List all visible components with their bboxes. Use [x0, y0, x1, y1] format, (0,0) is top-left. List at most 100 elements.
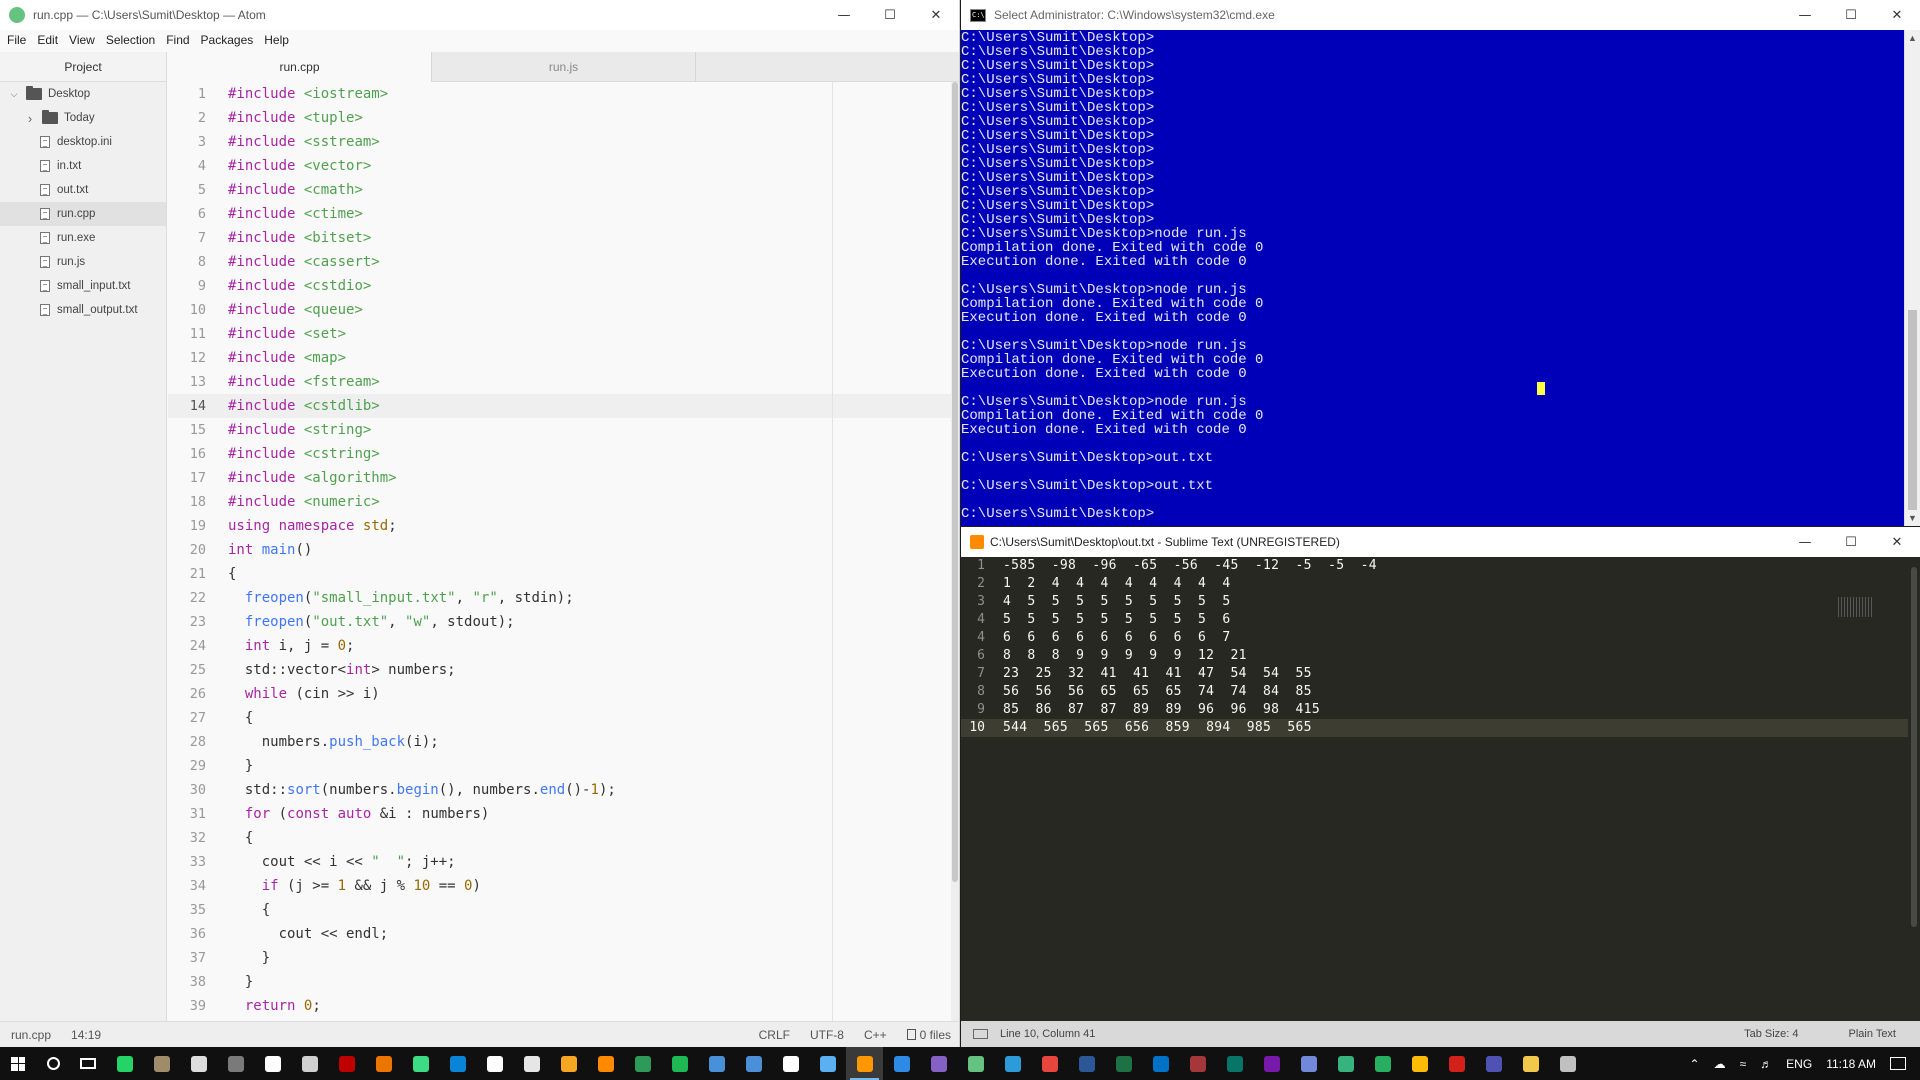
tree-file[interactable]: run.cpp [0, 202, 166, 226]
taskbar-app-button[interactable] [1179, 1047, 1216, 1080]
taskbar-app-button[interactable] [994, 1047, 1031, 1080]
code-line[interactable]: 32 { [168, 826, 951, 850]
text-line[interactable]: 2 1 2 4 4 4 4 4 4 4 4 [961, 575, 1908, 593]
taskbar-app-button[interactable] [1290, 1047, 1327, 1080]
text-line[interactable]: 4 6 6 6 6 6 6 6 6 6 7 [961, 629, 1908, 647]
tray-chevron-icon[interactable]: ⌃ [1690, 1057, 1700, 1071]
code-line[interactable]: 8 #include <cassert> [168, 250, 951, 274]
taskbar-app-button[interactable] [217, 1047, 254, 1080]
text-line[interactable]: 3 4 5 5 5 5 5 5 5 5 5 [961, 593, 1908, 611]
taskbar-app-button[interactable] [1364, 1047, 1401, 1080]
tree-file[interactable]: out.txt [0, 178, 166, 202]
close-button[interactable]: ✕ [1874, 0, 1920, 30]
code-line[interactable]: 14 #include <cstdlib> [168, 394, 951, 418]
taskbar-app-button[interactable] [1031, 1047, 1068, 1080]
atom-scrollbar[interactable] [951, 82, 959, 1021]
taskbar-app-button[interactable] [1142, 1047, 1179, 1080]
taskbar-app-button[interactable] [920, 1047, 957, 1080]
code-line[interactable]: 26 while (cin >> i) [168, 682, 951, 706]
taskbar-app-button[interactable] [476, 1047, 513, 1080]
sublime-text-area[interactable]: 1 -585 -98 -96 -65 -56 -45 -12 -5 -5 -4 2 1… [961, 557, 1908, 1021]
task-view-button[interactable] [70, 1047, 106, 1080]
code-line[interactable]: 17 #include <algorithm> [168, 466, 951, 490]
code-line[interactable]: 15 #include <string> [168, 418, 951, 442]
code-line[interactable]: 33 cout << i << " "; j++; [168, 850, 951, 874]
scrollbar-thumb[interactable] [1911, 567, 1917, 927]
menu-view[interactable]: View [69, 30, 95, 50]
maximize-button[interactable]: ☐ [867, 0, 913, 30]
taskbar-app-button[interactable] [1068, 1047, 1105, 1080]
code-line[interactable]: 7 #include <bitset> [168, 226, 951, 250]
menu-help[interactable]: Help [264, 30, 289, 50]
code-line[interactable]: 11 #include <set> [168, 322, 951, 346]
chevron-right-icon[interactable]: › [24, 111, 36, 126]
code-line[interactable]: 34 if (j >= 1 && j % 10 == 0) [168, 874, 951, 898]
menu-edit[interactable]: Edit [37, 30, 58, 50]
chevron-down-icon[interactable]: ⌵ [8, 89, 20, 100]
status-tab-size[interactable]: Tab Size: 4 [1744, 1028, 1798, 1040]
text-line[interactable]: 9 85 86 87 87 89 89 96 96 98 415 [961, 701, 1908, 719]
cmd-console[interactable]: C:\Users\Sumit\Desktop> C:\Users\Sumit\De… [961, 30, 1904, 526]
minimize-button[interactable]: — [1782, 0, 1828, 30]
menu-find[interactable]: Find [166, 30, 189, 50]
code-line[interactable]: 6 #include <ctime> [168, 202, 951, 226]
code-line[interactable]: 18 #include <numeric> [168, 490, 951, 514]
code-line[interactable]: 24 int i, j = 0; [168, 634, 951, 658]
sublime-titlebar[interactable]: C:\Users\Sumit\Desktop\out.txt - Sublime… [961, 527, 1920, 557]
taskbar-app-button[interactable] [883, 1047, 920, 1080]
scrollbar-thumb[interactable] [1908, 310, 1917, 510]
taskbar-app-button[interactable] [624, 1047, 661, 1080]
atom-code-editor[interactable]: 1 #include <iostream> 2 #include <tuple> 3 #i… [168, 82, 951, 1021]
clock[interactable]: 11:18 AM [1826, 1057, 1876, 1071]
text-line[interactable]: 8 56 56 56 65 65 65 74 74 84 85 [961, 683, 1908, 701]
code-line[interactable]: 30 std::sort(numbers.begin(), numbers.en… [168, 778, 951, 802]
minimize-button[interactable]: — [821, 0, 867, 30]
menu-file[interactable]: File [7, 30, 26, 50]
code-line[interactable]: 13 #include <fstream> [168, 370, 951, 394]
status-git[interactable]: 0 files [906, 1028, 951, 1042]
panel-toggle-icon[interactable] [973, 1029, 988, 1039]
tab-run-cpp[interactable]: run.cpp [168, 52, 432, 82]
code-line[interactable]: 19 using namespace std; [168, 514, 951, 538]
menu-packages[interactable]: Packages [201, 30, 254, 50]
taskbar-app-button[interactable] [1216, 1047, 1253, 1080]
scroll-up-arrow-icon[interactable]: ▲ [1905, 30, 1920, 46]
scroll-down-arrow-icon[interactable]: ▼ [1905, 510, 1920, 526]
taskbar-app-button[interactable] [661, 1047, 698, 1080]
sublime-scrollbar[interactable] [1908, 557, 1920, 1021]
taskbar-app-button[interactable] [106, 1047, 143, 1080]
code-line[interactable]: 35 { [168, 898, 951, 922]
status-syntax[interactable]: Plain Text [1849, 1028, 1897, 1040]
minimize-button[interactable]: — [1782, 527, 1828, 557]
taskbar-app-button[interactable] [1253, 1047, 1290, 1080]
code-line[interactable]: 29 } [168, 754, 951, 778]
cmd-scrollbar[interactable]: ▲ ▼ [1904, 30, 1920, 526]
code-line[interactable]: 5 #include <cmath> [168, 178, 951, 202]
code-line[interactable]: 1 #include <iostream> [168, 82, 951, 106]
code-line[interactable]: 2 #include <tuple> [168, 106, 951, 130]
taskbar-app-button[interactable] [143, 1047, 180, 1080]
taskbar-app-button[interactable] [1549, 1047, 1586, 1080]
taskbar-app-button[interactable] [1401, 1047, 1438, 1080]
tree-folder[interactable]: ⌵ Desktop [0, 82, 166, 106]
code-line[interactable]: 10 #include <queue> [168, 298, 951, 322]
taskbar-app-button[interactable] [587, 1047, 624, 1080]
close-button[interactable]: ✕ [913, 0, 959, 30]
status-line-ending[interactable]: CRLF [759, 1028, 790, 1042]
text-line[interactable]: 1 -585 -98 -96 -65 -56 -45 -12 -5 -5 -4 [961, 557, 1908, 575]
taskbar-app-button[interactable] [254, 1047, 291, 1080]
code-line[interactable]: 20 int main() [168, 538, 951, 562]
code-line[interactable]: 27 { [168, 706, 951, 730]
status-cursor-position[interactable]: 14:19 [71, 1028, 101, 1042]
status-grammar[interactable]: C++ [864, 1028, 887, 1042]
code-line[interactable]: 25 std::vector<int> numbers; [168, 658, 951, 682]
taskbar-app-button[interactable] [698, 1047, 735, 1080]
maximize-button[interactable]: ☐ [1828, 0, 1874, 30]
code-line[interactable]: 28 numbers.push_back(i); [168, 730, 951, 754]
text-line[interactable]: 4 5 5 5 5 5 5 5 5 5 6 [961, 611, 1908, 629]
taskbar-app-button[interactable] [1327, 1047, 1364, 1080]
taskbar-app-button[interactable] [1512, 1047, 1549, 1080]
code-line[interactable]: 23 freopen("out.txt", "w", stdout); [168, 610, 951, 634]
tree-file[interactable]: run.js [0, 250, 166, 274]
text-line[interactable]: 10 544 565 565 656 859 894 985 565 [961, 719, 1908, 737]
